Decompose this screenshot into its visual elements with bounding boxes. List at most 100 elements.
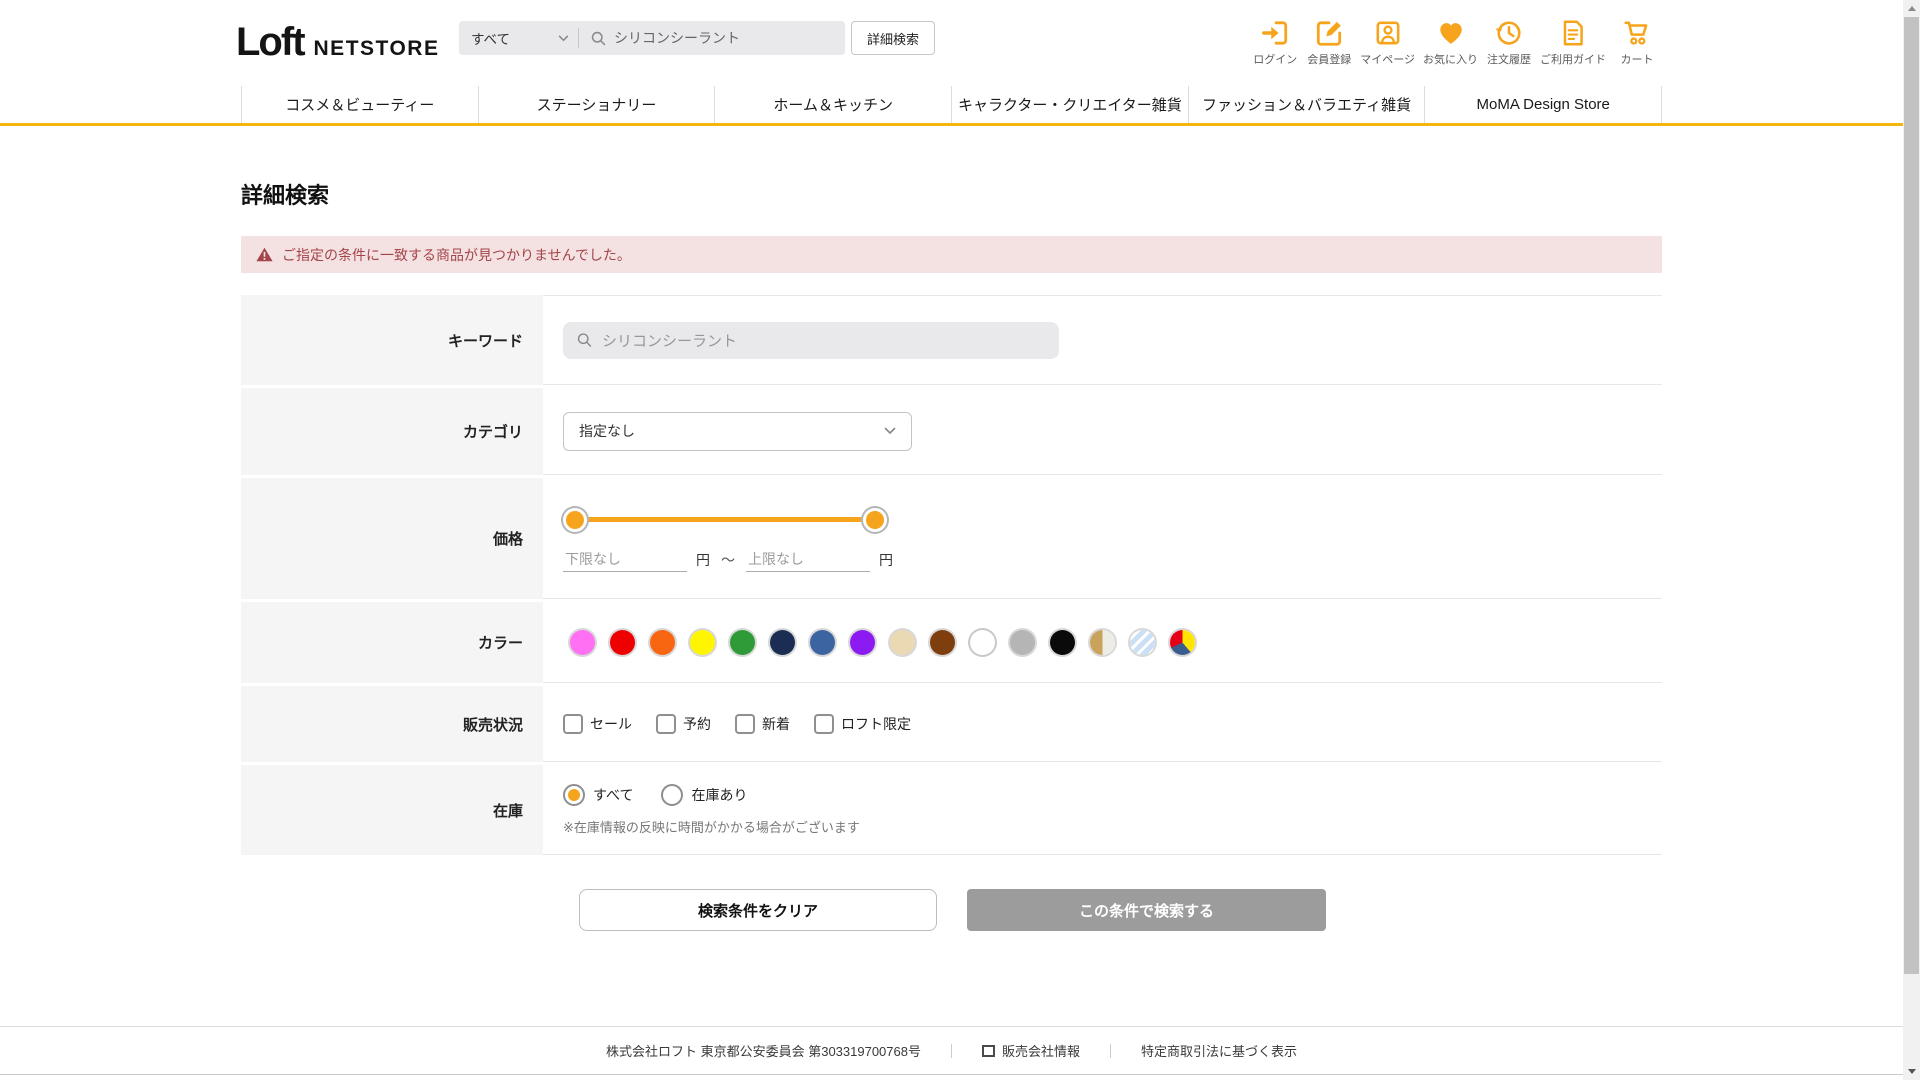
color-swatch-red[interactable] (610, 630, 635, 655)
form-row-keyword: キーワード (241, 295, 1662, 385)
utility-label: カート (1621, 51, 1654, 67)
footer-separator (951, 1044, 952, 1058)
chevron-down-icon (884, 427, 896, 435)
color-swatch-gray[interactable] (1010, 630, 1035, 655)
main-content: 詳細検索 ご指定の条件に一致する商品が見つかりませんでした。 キーワード カテゴ… (241, 178, 1662, 931)
guide-link[interactable]: ご利用ガイド (1540, 18, 1606, 67)
search-form: キーワード カテゴリ 指定なし (241, 295, 1662, 855)
checkbox[interactable] (656, 714, 676, 734)
order-history-link[interactable]: 注文履歴 (1486, 18, 1532, 67)
scrollbar-thumb[interactable] (1904, 17, 1919, 974)
color-swatch-clear[interactable] (1130, 630, 1155, 655)
status-option-4[interactable]: ロフト限定 (814, 714, 911, 734)
search-category-select[interactable]: すべて (459, 21, 578, 55)
price-tilde: ～ (721, 550, 735, 570)
search-icon (576, 331, 593, 349)
nav-item-3[interactable]: ホーム＆キッチン (714, 86, 951, 123)
slider-handle-max[interactable] (866, 511, 884, 529)
price-min-input[interactable] (563, 547, 687, 572)
form-row-color: カラー (241, 602, 1662, 683)
radio[interactable] (661, 784, 683, 806)
price-max-input[interactable] (746, 547, 870, 572)
mypage-link[interactable]: マイページ (1360, 18, 1415, 67)
color-swatch-purple[interactable] (850, 630, 875, 655)
loft-logo[interactable]: Loft NETSTORE (236, 22, 439, 62)
footer-company-text: 株式会社ロフト 東京都公安委員会 第303319700768号 (606, 1041, 921, 1060)
register-link[interactable]: 会員登録 (1306, 18, 1352, 67)
form-row-status: 販売状況 セール予約新着ロフト限定 (241, 686, 1662, 762)
nav-item-5[interactable]: ファッション＆バラエティ雑貨 (1188, 86, 1425, 123)
stock-row-content: すべて 在庫あり ※在庫情報の反映に時間がかかる場合がございます (543, 765, 1662, 855)
chevron-down-icon (558, 35, 569, 42)
price-unit-min: 円 (696, 550, 710, 570)
header-search-bar[interactable]: すべて (459, 21, 845, 55)
color-swatch-orange[interactable] (650, 630, 675, 655)
footer-link[interactable]: 特定商取引法に基づく表示 (1141, 1041, 1297, 1060)
utility-nav: ログイン 会員登録 マイページ お気に入り 注文履歴 ご利用ガイド (1252, 18, 1660, 67)
color-swatch-brown[interactable] (930, 630, 955, 655)
sale-status-options: セール 予約 新着 ロフト限定 (563, 714, 911, 734)
nav-item-1[interactable]: コスメ＆ビューティー (241, 86, 478, 123)
nav-item-2[interactable]: ステーショナリー (478, 86, 715, 123)
color-swatch-blue[interactable] (810, 630, 835, 655)
main-nav: コスメ＆ビューティーステーショナリーホーム＆キッチンキャラクター・クリエイター雑… (0, 86, 1920, 126)
header-search-input[interactable] (614, 30, 834, 46)
status-option-1[interactable]: セール (563, 714, 632, 734)
search-category-value: すべて (471, 28, 510, 48)
slider-handle-min[interactable] (566, 511, 584, 529)
slider-track[interactable] (575, 517, 875, 522)
mypage-icon (1373, 18, 1403, 48)
scrollbar-down-arrow[interactable] (1903, 1063, 1920, 1080)
stock-option-1[interactable]: すべて (563, 784, 633, 806)
checkbox[interactable] (563, 714, 583, 734)
browser-scrollbar[interactable] (1903, 0, 1920, 1080)
stock-option-2[interactable]: 在庫あり (661, 784, 747, 806)
status-option-2[interactable]: 予約 (656, 714, 711, 734)
footer-link[interactable]: 販売会社情報 (982, 1041, 1080, 1060)
keyword-label: キーワード (241, 295, 543, 385)
color-swatch-beige[interactable] (890, 630, 915, 655)
login-link[interactable]: ログイン (1252, 18, 1298, 67)
category-select[interactable]: 指定なし (563, 412, 912, 451)
checkbox[interactable] (814, 714, 834, 734)
category-select-value: 指定なし (579, 421, 635, 441)
checkbox-label: ロフト限定 (841, 714, 911, 734)
detail-search-button[interactable]: 詳細検索 (851, 21, 935, 55)
nav-item-6[interactable]: MoMA Design Store (1424, 86, 1662, 123)
keyword-input-box[interactable] (563, 322, 1059, 359)
radio-selected[interactable] (563, 784, 585, 806)
color-swatch-gold-silver[interactable] (1090, 630, 1115, 655)
stock-note: ※在庫情報の反映に時間がかかる場合がございます (563, 817, 860, 836)
price-unit-max: 円 (879, 550, 893, 570)
checkbox[interactable] (735, 714, 755, 734)
color-swatch-white[interactable] (970, 630, 995, 655)
keyword-row-content (543, 295, 1662, 385)
color-swatch-yellow[interactable] (690, 630, 715, 655)
scrollbar-up-arrow[interactable] (1903, 0, 1920, 17)
status-option-3[interactable]: 新着 (735, 714, 790, 734)
footer-separator (1110, 1044, 1111, 1058)
error-message-text: ご指定の条件に一致する商品が見つかりませんでした。 (282, 245, 631, 265)
color-swatch-multicolor[interactable] (1170, 630, 1195, 655)
history-icon (1494, 18, 1524, 48)
utility-label: ご利用ガイド (1540, 51, 1606, 67)
nav-item-4[interactable]: キャラクター・クリエイター雑貨 (951, 86, 1188, 123)
color-swatch-pink[interactable] (570, 630, 595, 655)
color-swatch-navy[interactable] (770, 630, 795, 655)
heart-icon (1436, 18, 1466, 48)
warning-icon (256, 247, 273, 262)
color-swatch-green[interactable] (730, 630, 755, 655)
form-actions: 検索条件をクリア この条件で検索する (579, 889, 1662, 931)
favorites-link[interactable]: お気に入り (1423, 18, 1478, 67)
cart-link[interactable]: カート (1614, 18, 1660, 67)
search-divider (578, 28, 579, 48)
color-swatch-black[interactable] (1050, 630, 1075, 655)
stock-label: 在庫 (241, 765, 543, 855)
header: Loft NETSTORE すべて 詳細検索 ログイン 会員登録 (0, 0, 1920, 86)
keyword-input[interactable] (602, 332, 1046, 349)
radio-label: 在庫あり (691, 785, 747, 805)
clear-conditions-button[interactable]: 検索条件をクリア (579, 889, 937, 931)
search-with-conditions-button[interactable]: この条件で検索する (967, 889, 1326, 931)
utility-label: お気に入り (1423, 51, 1478, 67)
footer-link-label: 特定商取引法に基づく表示 (1141, 1041, 1297, 1060)
